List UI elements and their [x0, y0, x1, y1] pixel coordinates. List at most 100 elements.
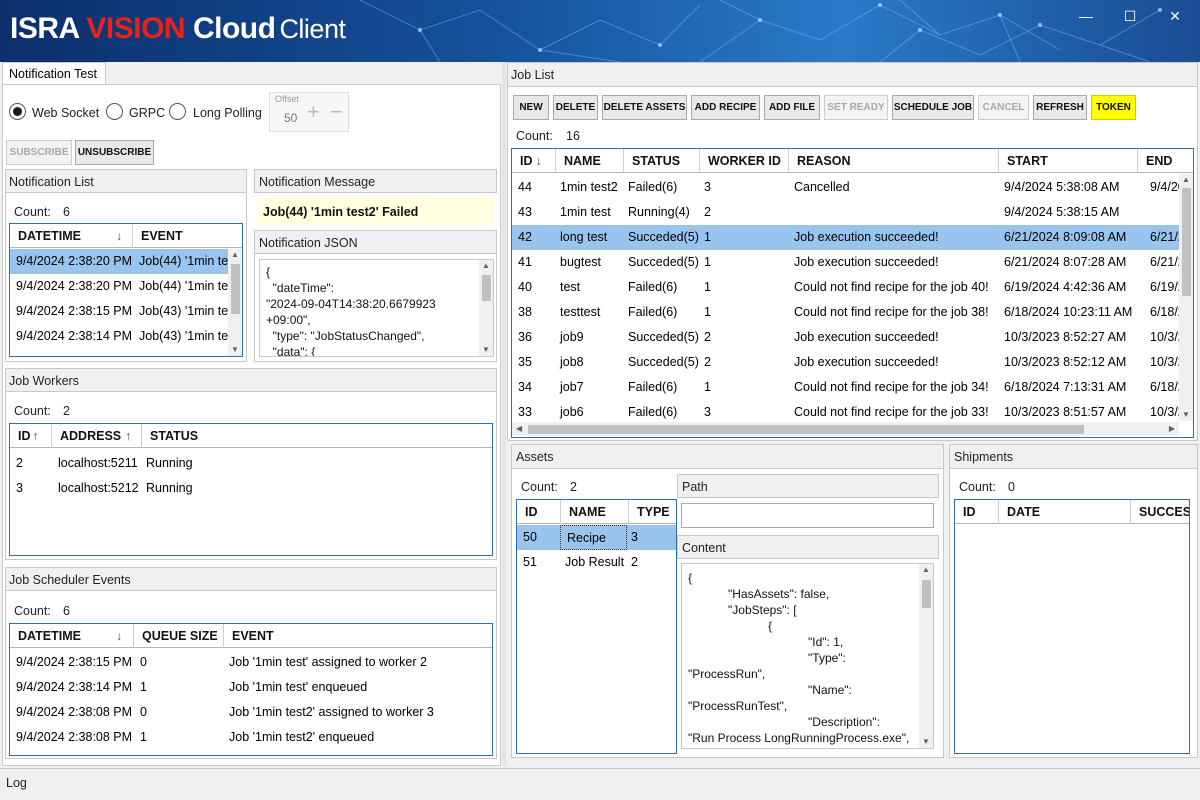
notification-json-textbox[interactable]: { "dateTime": "2024-09-04T14:38:20.66799…: [259, 259, 494, 357]
content-scrollbar[interactable]: ▲ ▼: [919, 564, 933, 748]
scroll-thumb[interactable]: [1182, 188, 1191, 296]
col-date[interactable]: DATE: [999, 500, 1131, 524]
col-reason[interactable]: REASON: [789, 149, 999, 173]
plus-icon[interactable]: +: [307, 99, 320, 125]
table-row[interactable]: 41 bugtest Succeded(5) 1 Job execution succe…: [512, 250, 1182, 275]
job-grid-hscroll[interactable]: ◀ ▶: [512, 422, 1179, 436]
table-row[interactable]: 9/4/2024 2:38:20 PM Job(44) '1min te: [10, 249, 229, 274]
scroll-right-icon[interactable]: ▶: [1169, 422, 1175, 436]
schedule-job-button[interactable]: SCHEDULE JOB: [892, 95, 974, 120]
radio-grpc[interactable]: [106, 103, 123, 120]
table-row[interactable]: 9/4/2024 2:38:20 PM Job(44) '1min te: [10, 274, 229, 299]
table-row[interactable]: 9/4/2024 2:38:08 PM 0 Job '1min test2' a…: [10, 700, 492, 725]
col-id[interactable]: ID: [517, 500, 561, 524]
col-status[interactable]: STATUS: [624, 149, 700, 173]
set-ready-button[interactable]: SET READY: [824, 95, 888, 120]
col-name[interactable]: NAME: [556, 149, 624, 173]
cell-reason: Could not find recipe for the job 34!: [794, 380, 989, 394]
scroll-down-icon[interactable]: ▼: [479, 344, 493, 356]
col-start[interactable]: START: [999, 149, 1138, 173]
col-event[interactable]: EVENT: [133, 224, 242, 248]
notification-scrollbar[interactable]: ▲ ▼: [228, 249, 242, 356]
table-row[interactable]: 50 Recipe 3: [517, 525, 676, 550]
table-row[interactable]: 51 Job Result 2: [517, 550, 676, 575]
cell-start: 6/18/2024 10:23:11 AM: [1004, 305, 1133, 319]
table-row[interactable]: 43 1min test Running(4) 2 9/4/2024 5:38:15 A…: [512, 200, 1179, 225]
job-count: 16: [566, 129, 580, 143]
table-row[interactable]: 35 job8 Succeded(5) 2 Job execution succeede…: [512, 350, 1182, 375]
scroll-up-icon[interactable]: ▲: [919, 564, 933, 576]
scroll-up-icon[interactable]: ▲: [1179, 174, 1193, 186]
cell-status: Running(4): [628, 205, 690, 219]
sort-up-icon: ↑: [125, 429, 132, 443]
col-queue-size[interactable]: QUEUE SIZE: [134, 624, 224, 648]
title-bar: ISRA VISION Cloud Client — ☐ ✕: [0, 0, 1200, 62]
scroll-thumb[interactable]: [231, 264, 240, 314]
subscribe-button[interactable]: SUBSCRIBE: [6, 140, 72, 165]
json-line: "type": "JobStatusChanged",: [266, 329, 425, 343]
delete-button[interactable]: DELETE: [553, 95, 598, 120]
table-row[interactable]: 36 job9 Succeded(5) 2 Job execution succeede…: [512, 325, 1182, 350]
cancel-button[interactable]: CANCEL: [978, 95, 1029, 120]
job-grid-vscroll[interactable]: ▲ ▼: [1179, 174, 1193, 421]
col-id[interactable]: ID ↑: [10, 424, 52, 448]
table-row[interactable]: 3 localhost:5212 Running: [10, 476, 492, 501]
maximize-button[interactable]: ☐: [1115, 6, 1145, 26]
cell-end: 6/21/2: [1150, 230, 1182, 244]
scroll-down-icon[interactable]: ▼: [1179, 409, 1193, 421]
scroll-up-icon[interactable]: ▲: [479, 260, 493, 272]
new-button[interactable]: NEW: [513, 95, 549, 120]
col-success[interactable]: SUCCESS: [1131, 500, 1189, 524]
col-event[interactable]: EVENT: [224, 624, 492, 648]
col-datetime[interactable]: DATETIME ↓: [10, 624, 134, 648]
minus-icon[interactable]: −: [330, 99, 343, 125]
radio-web-socket[interactable]: [9, 103, 26, 120]
delete-assets-button[interactable]: DELETE ASSETS: [602, 95, 687, 120]
table-row[interactable]: 38 testtest Failed(6) 1 Could not find recip…: [512, 300, 1182, 325]
cell-queue-size: 1: [140, 730, 147, 744]
scroll-down-icon[interactable]: ▼: [919, 736, 933, 748]
content-textbox[interactable]: { "HasAssets": false, "JobSteps": [ { "I…: [681, 563, 934, 749]
table-row[interactable]: 9/4/2024 2:38:14 PM Job(43) '1min te: [10, 324, 229, 349]
table-row[interactable]: 9/4/2024 2:38:15 PM Job(43) '1min te: [10, 299, 229, 324]
minimize-button[interactable]: —: [1071, 6, 1101, 26]
add-file-button[interactable]: ADD FILE: [764, 95, 820, 120]
col-id-label: ID: [18, 429, 31, 443]
close-button[interactable]: ✕: [1160, 6, 1190, 26]
tab-notification-test[interactable]: Notification Test: [2, 62, 106, 85]
col-id[interactable]: ID: [955, 500, 999, 524]
table-row[interactable]: 9/4/2024 2:38:15 PM 0 Job '1min test' as…: [10, 650, 492, 675]
radio-long-polling[interactable]: [169, 103, 186, 120]
table-row[interactable]: 9/4/2024 2:38:14 PM 1 Job '1min test' en…: [10, 675, 492, 700]
col-address[interactable]: ADDRESS ↑: [52, 424, 142, 448]
cell-reason: Job execution succeeded!: [794, 330, 939, 344]
radio-long-polling-label: Long Polling: [193, 106, 262, 120]
token-button[interactable]: TOKEN: [1091, 95, 1136, 120]
col-type[interactable]: TYPE: [629, 500, 676, 524]
scroll-down-icon[interactable]: ▼: [228, 344, 242, 356]
refresh-button[interactable]: REFRESH: [1033, 95, 1087, 120]
scroll-thumb[interactable]: [482, 275, 491, 301]
col-end[interactable]: END: [1138, 149, 1193, 173]
table-row[interactable]: 34 job7 Failed(6) 1 Could not find recipe fo…: [512, 375, 1182, 400]
offset-input[interactable]: 50: [284, 111, 297, 125]
unsubscribe-button[interactable]: UNSUBSCRIBE: [75, 140, 154, 165]
col-name[interactable]: NAME: [561, 500, 629, 524]
scroll-thumb[interactable]: [528, 425, 1084, 434]
table-row[interactable]: 44 1min test2 Failed(6) 3 Cancelled 9/4/2024 …: [512, 175, 1182, 200]
vertical-splitter[interactable]: [502, 62, 506, 766]
col-datetime[interactable]: DATETIME ↓: [10, 224, 133, 248]
table-row[interactable]: 9/4/2024 2:38:08 PM 1 Job '1min test2' e…: [10, 725, 492, 750]
table-row[interactable]: 40 test Failed(6) 1 Could not find recipe fo…: [512, 275, 1182, 300]
path-input[interactable]: [681, 503, 934, 528]
col-worker-id[interactable]: WORKER ID: [700, 149, 789, 173]
col-status[interactable]: STATUS: [142, 424, 492, 448]
add-recipe-button[interactable]: ADD RECIPE: [691, 95, 760, 120]
scroll-left-icon[interactable]: ◀: [516, 422, 522, 436]
table-row[interactable]: 2 localhost:5211 Running: [10, 451, 492, 476]
json-scrollbar[interactable]: ▲ ▼: [479, 260, 493, 356]
scroll-thumb[interactable]: [922, 580, 931, 608]
col-id[interactable]: ID ↓: [512, 149, 556, 173]
table-row[interactable]: 42 long test Succeded(5) 1 Job execution suc…: [512, 225, 1182, 250]
scroll-up-icon[interactable]: ▲: [228, 249, 242, 261]
